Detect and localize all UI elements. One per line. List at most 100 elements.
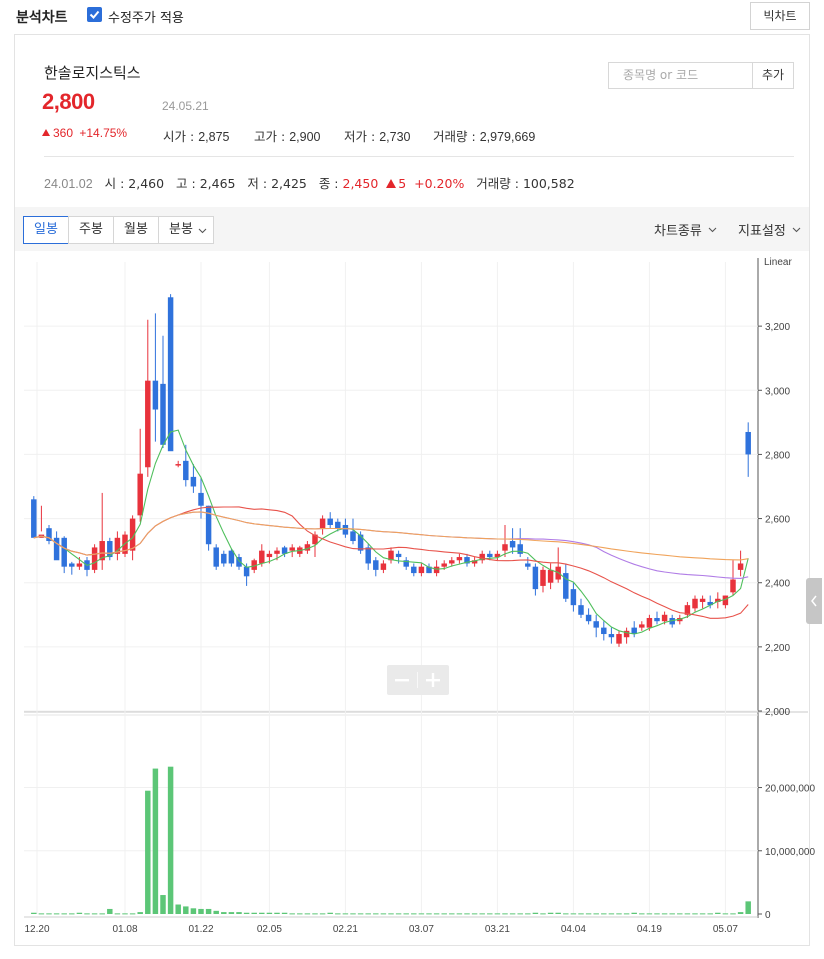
volume-bar — [84, 913, 90, 915]
time-tick-label: 04.19 — [637, 924, 662, 935]
volume-bar — [517, 913, 523, 915]
candle-down — [517, 544, 523, 554]
volume-bar — [281, 912, 288, 914]
volume-bar — [525, 913, 531, 915]
candle-down — [608, 634, 615, 638]
volume-bar — [388, 913, 394, 915]
volume-bar — [616, 913, 622, 915]
volume-bar — [38, 913, 45, 915]
candle-down — [585, 614, 592, 622]
volume-bar — [160, 895, 166, 914]
candle-up — [319, 518, 326, 529]
volume-bar — [631, 912, 637, 914]
volume-bar — [707, 913, 713, 915]
volume-bar — [601, 913, 607, 915]
volume-bar — [494, 913, 501, 915]
volume-bar — [243, 912, 250, 914]
price-tick-label: 2,200 — [765, 643, 790, 654]
volume-bar — [266, 912, 273, 914]
volume-bar — [449, 913, 455, 915]
candle-down — [570, 589, 577, 606]
volume-bar — [251, 912, 257, 914]
volume-bar — [433, 913, 440, 915]
price-tick-label: 2,400 — [765, 579, 790, 590]
volume-bar — [228, 912, 235, 914]
candle-down — [198, 492, 204, 506]
price-tick-label: 2,000 — [765, 707, 790, 718]
candle-up — [91, 547, 98, 570]
candle-up — [274, 550, 280, 554]
volume-bar — [623, 913, 630, 915]
candle-down — [601, 627, 607, 635]
volume-bar — [107, 908, 113, 914]
price-tick-label: 3,200 — [765, 322, 790, 333]
candle-up — [449, 560, 455, 564]
time-tick-label: 01.22 — [188, 924, 213, 935]
zoom-control — [387, 665, 449, 695]
candle-up — [699, 598, 706, 602]
volume-tick-label: 0 — [765, 910, 771, 921]
candle-down — [335, 521, 341, 529]
time-tick-label: 03.07 — [409, 924, 434, 935]
stock-chart[interactable]: Linear 2,000 2,200 2,400 2,600 2,800 3,000 3,20… — [0, 0, 824, 959]
volume-bar — [426, 913, 432, 915]
candle-down — [365, 547, 371, 564]
volume-bar — [646, 913, 653, 915]
candle-down — [350, 531, 356, 542]
side-panel-toggle[interactable] — [806, 578, 822, 624]
time-tick-label: 03.21 — [485, 924, 510, 935]
volume-bar — [69, 913, 75, 915]
zoom-out-icon[interactable] — [395, 679, 409, 682]
volume-bar — [654, 913, 660, 915]
volume-bar — [297, 913, 303, 915]
price-tick-label: 2,800 — [765, 450, 790, 461]
volume-bar — [737, 912, 744, 914]
volume-bar — [31, 912, 37, 914]
candle-down — [243, 566, 250, 577]
volume-bar — [692, 913, 698, 915]
volume-bar — [411, 913, 417, 915]
candle-down — [183, 460, 189, 481]
volume-bar — [357, 913, 364, 915]
volume-bar — [540, 913, 546, 915]
volume-bar — [274, 912, 280, 914]
zoom-in-icon[interactable] — [426, 673, 440, 687]
volume-bar — [221, 912, 227, 914]
candle-down — [525, 563, 531, 567]
volume-bar — [304, 913, 311, 915]
volume-tick-label: 20,000,000 — [765, 784, 815, 795]
time-tick-label: 02.21 — [333, 924, 358, 935]
time-tick-label: 01.08 — [112, 924, 137, 935]
candle-down — [395, 553, 402, 558]
volume-bar — [46, 913, 52, 915]
time-tick-label: 05.07 — [713, 924, 738, 935]
volume-bar — [114, 913, 121, 915]
volume-bar — [167, 766, 174, 914]
volume-bar — [76, 912, 83, 914]
volume-bar — [722, 913, 729, 915]
candle-down — [61, 537, 67, 567]
scale-label: Linear — [764, 257, 792, 268]
candle-up — [289, 547, 295, 551]
candle-down — [327, 518, 333, 525]
candle-down — [578, 605, 584, 615]
volume-bar — [715, 912, 721, 914]
volume-bar — [365, 913, 371, 915]
candle-up — [737, 563, 744, 570]
volume-bar — [373, 913, 379, 915]
volume-bar — [464, 913, 470, 915]
volume-bar — [129, 913, 136, 915]
candle-down — [509, 541, 516, 548]
price-tick-label: 2,600 — [765, 515, 790, 526]
volume-bar — [547, 912, 554, 914]
volume-bar — [327, 912, 333, 914]
candle-up — [646, 617, 653, 628]
volume-bar — [319, 913, 326, 915]
candle-up — [616, 634, 622, 644]
candle-up — [456, 557, 463, 561]
volume-bar — [669, 913, 675, 915]
candle-up — [433, 566, 440, 574]
candle-up — [418, 566, 425, 574]
candle-down — [160, 383, 166, 445]
volume-bar — [53, 913, 60, 915]
